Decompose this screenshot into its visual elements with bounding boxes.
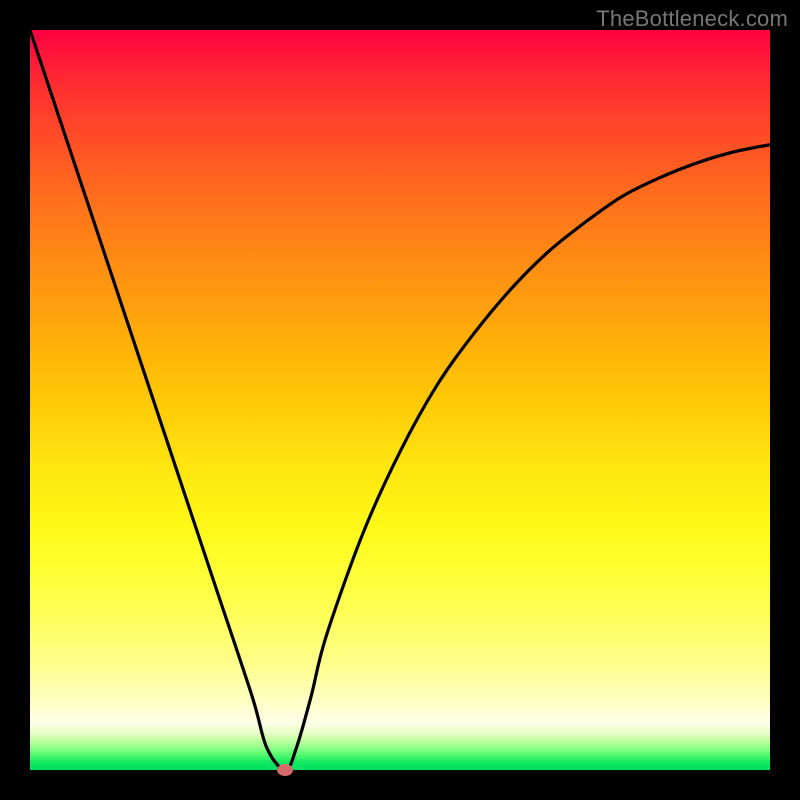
bottleneck-curve <box>30 30 770 770</box>
watermark-text: TheBottleneck.com <box>596 6 788 32</box>
plot-area <box>30 30 770 770</box>
minimum-marker-icon <box>277 764 293 776</box>
